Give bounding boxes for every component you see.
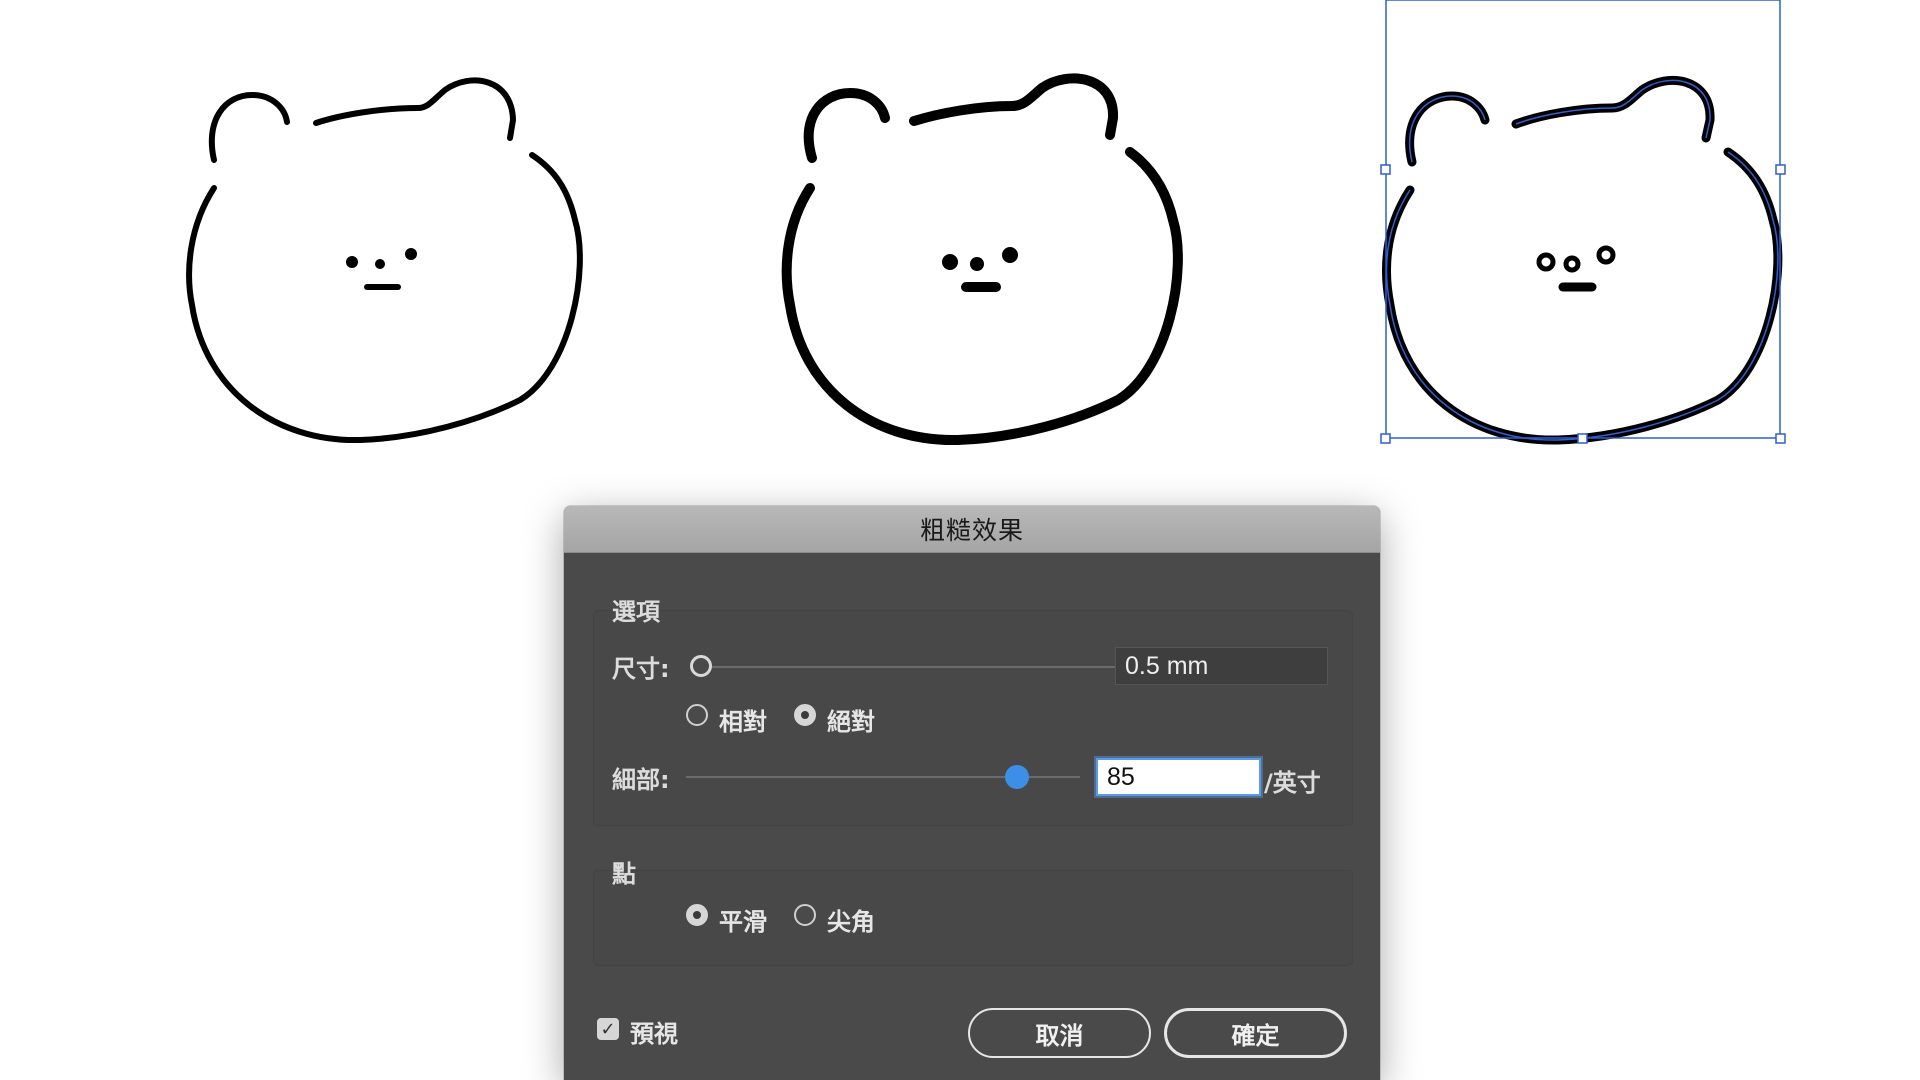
selection-bounding-box[interactable] bbox=[1380, 0, 1786, 444]
detail-unit-label: /英寸 bbox=[1264, 769, 1321, 797]
dialog-titlebar[interactable]: 粗糙效果 bbox=[564, 506, 1380, 553]
preview-checkbox[interactable]: ✓ bbox=[597, 1018, 619, 1040]
bear-drawing-thick[interactable] bbox=[781, 73, 1183, 446]
corner-radio[interactable] bbox=[794, 904, 816, 926]
dialog-title: 粗糙效果 bbox=[919, 516, 1024, 545]
checkmark-icon: ✓ bbox=[600, 1018, 616, 1040]
preview-label[interactable]: 預視 bbox=[630, 1014, 678, 1049]
detail-label: 細部: bbox=[612, 766, 670, 794]
relative-radio[interactable] bbox=[686, 704, 708, 726]
bbox-handle-bottom-middle[interactable] bbox=[1577, 433, 1588, 444]
bbox-handle-bottom-right[interactable] bbox=[1775, 433, 1786, 444]
bbox-handle-bottom-left[interactable] bbox=[1380, 433, 1391, 444]
corner-radio-label[interactable]: 尖角 bbox=[827, 902, 875, 937]
detail-input[interactable]: 85 bbox=[1096, 758, 1261, 796]
size-slider-thumb[interactable] bbox=[690, 655, 712, 677]
options-group-label: 選項 bbox=[612, 598, 660, 626]
bbox-handle-right-middle[interactable] bbox=[1775, 164, 1786, 175]
bear-drawing-original[interactable] bbox=[186, 77, 583, 444]
size-slider-track[interactable] bbox=[708, 666, 1164, 668]
smooth-radio-label[interactable]: 平滑 bbox=[719, 902, 767, 937]
ok-button[interactable]: 確定 bbox=[1164, 1008, 1347, 1058]
points-group-label: 點 bbox=[612, 860, 636, 888]
selection-path-overlay bbox=[1385, 79, 1779, 441]
size-label: 尺寸: bbox=[612, 655, 670, 683]
relative-radio-label[interactable]: 相對 bbox=[719, 702, 767, 737]
size-input[interactable]: 0.5 mm bbox=[1115, 647, 1328, 685]
detail-slider-thumb[interactable] bbox=[1005, 765, 1029, 789]
cancel-button[interactable]: 取消 bbox=[968, 1008, 1151, 1058]
absolute-radio[interactable] bbox=[794, 704, 816, 726]
roughen-dialog: 粗糙效果 選項 尺寸: 0.5 mm 相對 絕對 細部: 85 /英寸 點 平滑… bbox=[564, 506, 1380, 1080]
bbox-handle-left-middle[interactable] bbox=[1380, 164, 1391, 175]
absolute-radio-label[interactable]: 絕對 bbox=[827, 702, 875, 737]
bear-drawing-roughened[interactable] bbox=[1382, 75, 1783, 445]
smooth-radio[interactable] bbox=[686, 904, 708, 926]
